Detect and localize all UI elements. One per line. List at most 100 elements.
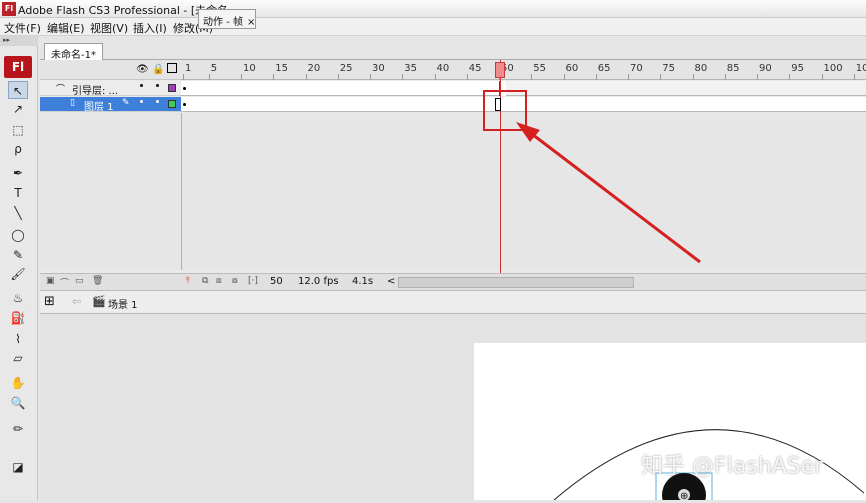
close-icon[interactable]: × [247,17,255,28]
ruler-tick-25 [337,74,339,80]
ruler-label-90: 90 [759,63,772,74]
menu-file[interactable]: 文件(F) [4,20,41,36]
line-tool-icon[interactable]: ╲ [8,204,28,222]
document-tab[interactable]: 未命名-1* [44,43,103,61]
menu-view[interactable]: 视图(V) [90,20,128,36]
ruler-label-5: 5 [210,63,218,74]
ruler-tick-55 [531,74,533,80]
ink-bottle-tool-icon[interactable]: ♨ [8,289,28,307]
ruler-label-95: 95 [791,63,805,74]
panel-grip[interactable]: ▸▸ [0,36,38,46]
layer-row-guide[interactable]: ⌒ 引导层: ... [40,81,181,97]
delete-layer-icon[interactable]: 🗑 [92,276,103,286]
ruler-label-60: 60 [565,63,579,74]
svg-text:⊕: ⊕ [680,491,688,500]
pen-tool-icon[interactable]: ✒ [8,164,28,182]
visibility-dot[interactable] [140,84,143,87]
lock-icon[interactable]: 🔒 [152,64,164,75]
ruler-label-10: 10 [243,63,256,74]
onion-outline-icon[interactable]: ⧈ [216,276,222,286]
back-arrow-icon[interactable]: ⇦ [72,295,81,308]
layer-outline-color-swatch[interactable] [168,100,176,108]
current-frame-readout: 50 [270,276,283,287]
lock-dot[interactable] [156,100,159,103]
center-frame-icon[interactable]: ⫯ [186,276,190,286]
ruler-label-105: 105 [855,63,866,74]
free-transform-tool-icon[interactable]: ⬚ [8,121,28,139]
layer-icon: ▯ [70,98,75,108]
eye-icon[interactable]: 👁 [136,64,149,75]
ruler-label-80: 80 [694,63,708,74]
onion-skin-icon[interactable]: ⧉ [202,276,208,286]
ruler-tick-85 [724,74,726,80]
tools-panel: ▸▸ Fl ↖ ↗ ⬚ ρ ✒ T ╲ ◯ ✎ 🖌 ♨ ⛽ ⌇ ▱ ✋ 🔍 ✏ … [0,36,38,500]
ruler-tick-35 [402,74,404,80]
window-titlebar: Fl Adobe Flash CS3 Professional - [未命名 [0,0,866,18]
stroke-color-icon[interactable]: ✏ [8,420,28,438]
frame-ruler[interactable]: 1 5 10 15 20 25 30 35 40 45 50 55 60 65 70 75 80 85 90 95 10… [181,60,866,80]
ruler-tick-100 [821,74,823,80]
ruler-label-85: 85 [726,63,740,74]
ruler-tick-90 [757,74,759,80]
lock-dot[interactable] [156,84,159,87]
layer-outline-color-swatch[interactable] [168,84,176,92]
ruler-tick-5 [208,74,210,80]
fill-color-icon[interactable]: ◪ [8,458,28,476]
zoom-tool-icon[interactable]: 🔍 [8,394,28,412]
ruler-label-45: 45 [468,63,482,74]
ruler-tick-65 [595,74,597,80]
scene-icon: 🎬 [92,295,106,308]
actions-panel-label: 动作 - 帧 [203,17,243,28]
lasso-tool-icon[interactable]: ρ [8,140,28,158]
brush-tool-icon[interactable]: 🖌 [8,265,28,283]
ruler-tick-30 [370,74,372,80]
keyframe-dot[interactable] [183,87,186,90]
document-tab-strip: 未命名-1* [40,40,866,61]
visibility-dot[interactable] [140,100,143,103]
timeline-panel: 👁 🔒 1 5 10 15 20 25 30 35 40 45 50 55 60 65 70 75 80 85 90… [40,60,866,290]
ruler-tick-45 [466,74,468,80]
keyframe-dot[interactable] [183,103,186,106]
ruler-tick-105 [853,74,855,80]
selection-tool-icon[interactable]: ↖ [8,81,28,99]
pasteboard: ⊕ 知乎 @FlashASer [40,314,866,503]
watermark-text: 知乎 @FlashASer [641,454,824,479]
eyedropper-tool-icon[interactable]: ⌇ [8,330,28,348]
edit-bar: ⊞ ⇦ 🎬 场景 1 [40,290,866,314]
oval-tool-icon[interactable]: ◯ [8,226,28,244]
text-tool-icon[interactable]: T [8,184,28,202]
ruler-label-65: 65 [597,63,611,74]
ruler-tick-10 [241,74,243,80]
ruler-label-30: 30 [372,63,385,74]
timeline-toggle-icon[interactable]: ⊞ [44,294,55,309]
edit-multiple-frames-icon[interactable]: ⧇ [232,276,238,286]
hand-tool-icon[interactable]: ✋ [8,374,28,392]
paint-bucket-tool-icon[interactable]: ⛽ [8,309,28,327]
ruler-tick-60 [563,74,565,80]
eraser-tool-icon[interactable]: ▱ [8,349,28,367]
window-title: Adobe Flash CS3 Professional - [未命名 [18,4,229,17]
playhead-handle[interactable] [495,62,505,78]
subselection-tool-icon[interactable]: ↗ [8,100,28,118]
pencil-tool-icon[interactable]: ✎ [8,246,28,264]
add-guide-layer-icon[interactable]: ⌒ [60,276,69,289]
guide-layer-icon: ⌒ [56,85,66,95]
add-layer-icon[interactable]: ▣ [46,276,55,286]
modify-markers-icon[interactable]: [·] [248,276,258,286]
layer-header: 👁 🔒 [40,60,181,80]
outline-icon[interactable] [167,63,177,73]
ruler-tick-20 [305,74,307,80]
scene-name[interactable]: 场景 1 [108,296,138,311]
scroll-left-arrow[interactable]: < [387,276,395,287]
actions-frame-panel-tab[interactable]: 动作 - 帧 × [198,9,256,29]
frames-empty-area [181,113,866,270]
ruler-label-70: 70 [630,63,643,74]
add-folder-icon[interactable]: ▭ [75,276,84,286]
layer-row-layer-1[interactable]: ▯ 图层 1 ✎ [40,97,181,113]
timeline-status-bar: ▣ ⌒ ▭ 🗑 ⫯ ⧉ ⧈ ⧇ [·] 50 12.0 fps 4.1s < [40,273,866,290]
pencil-edit-icon: ✎ [122,98,130,108]
menu-edit[interactable]: 编辑(E) [47,20,85,36]
timeline-horizontal-scrollbar[interactable] [398,277,634,288]
menu-insert[interactable]: 插入(I) [133,20,167,36]
layer-name: 图层 1 [84,102,114,113]
